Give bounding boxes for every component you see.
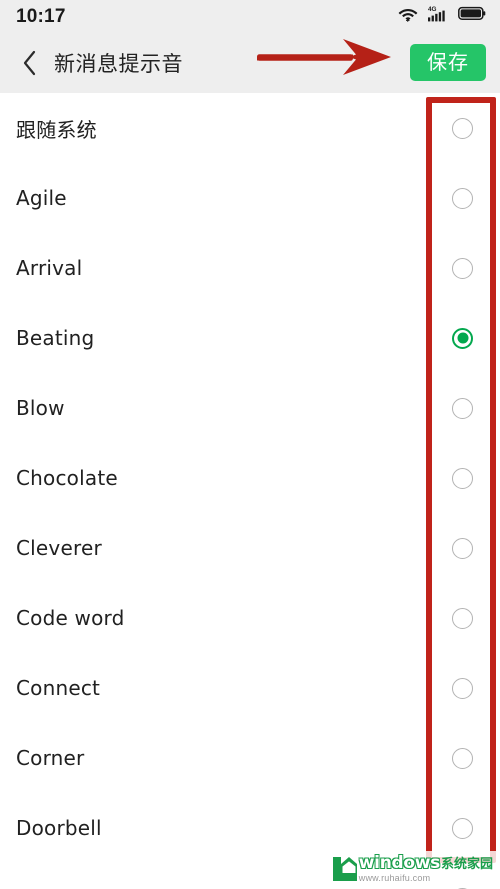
list-item-label: Doorbell	[16, 816, 102, 840]
list-item[interactable]: Chocolate	[0, 443, 500, 513]
list-item-label: Beating	[16, 326, 95, 350]
site-watermark: windows 系统家园 www.ruhaifu.com	[330, 851, 496, 885]
status-bar: 10:17 4G	[0, 0, 500, 32]
list-item-label: Blow	[16, 396, 65, 420]
watermark-url: www.ruhaifu.com	[358, 873, 431, 883]
page-title: 新消息提示音	[54, 51, 183, 76]
list-item[interactable]: Connect	[0, 653, 500, 723]
chevron-left-icon	[23, 50, 35, 75]
list-item-label: Cleverer	[16, 536, 102, 560]
status-bar-clock: 10:17	[16, 5, 66, 27]
list-item-label: Chocolate	[16, 466, 118, 490]
watermark-logo-icon	[332, 853, 357, 881]
list-item[interactable]: 跟随系统	[0, 93, 500, 163]
radio-button[interactable]	[452, 537, 473, 559]
watermark-brand-line: windows 系统家园	[359, 855, 493, 872]
radio-button[interactable]	[452, 817, 473, 839]
list-item-label: Connect	[16, 676, 101, 700]
save-button[interactable]: 保存	[410, 44, 486, 81]
status-bar-icons: 4G	[398, 5, 486, 27]
radio-button[interactable]	[452, 117, 473, 139]
phone-screen: 10:17 4G 新消息提示音 保存 跟随系统 Agile Arrival Be…	[0, 0, 500, 889]
ringtone-list[interactable]: 跟随系统 Agile Arrival Beating Blow Chocolate Clev…	[0, 93, 500, 889]
radio-button[interactable]	[452, 397, 473, 419]
list-item-label: Code word	[16, 606, 125, 630]
watermark-text: windows 系统家园 www.ruhaifu.com	[358, 853, 493, 884]
list-item[interactable]: Arrival	[0, 233, 500, 303]
watermark-brand: windows	[358, 853, 441, 873]
radio-button[interactable]	[452, 677, 473, 699]
list-item[interactable]: Beating	[0, 303, 500, 373]
wifi-icon	[398, 6, 418, 27]
list-item-label: Arrival	[16, 256, 83, 280]
list-item-label: Agile	[16, 186, 67, 210]
list-item[interactable]: Agile	[0, 163, 500, 233]
app-bar: 新消息提示音 保存	[0, 32, 500, 93]
radio-button-selected[interactable]	[452, 327, 473, 349]
radio-button[interactable]	[452, 467, 473, 489]
radio-button[interactable]	[452, 747, 473, 769]
battery-icon	[458, 6, 486, 26]
radio-button[interactable]	[452, 257, 473, 279]
radio-button[interactable]	[452, 607, 473, 629]
cellular-signal-icon: 4G	[427, 5, 449, 27]
svg-text:4G: 4G	[428, 6, 437, 13]
list-item[interactable]: Blow	[0, 373, 500, 443]
list-item[interactable]: Cleverer	[0, 513, 500, 583]
list-item-label: Corner	[16, 746, 85, 770]
list-item-label: 跟随系统	[16, 117, 97, 142]
watermark-brand-cn: 系统家园	[440, 857, 493, 872]
radio-button[interactable]	[452, 187, 473, 209]
list-item[interactable]: Code word	[0, 583, 500, 653]
list-item[interactable]: Corner	[0, 723, 500, 793]
back-button[interactable]	[14, 43, 44, 83]
